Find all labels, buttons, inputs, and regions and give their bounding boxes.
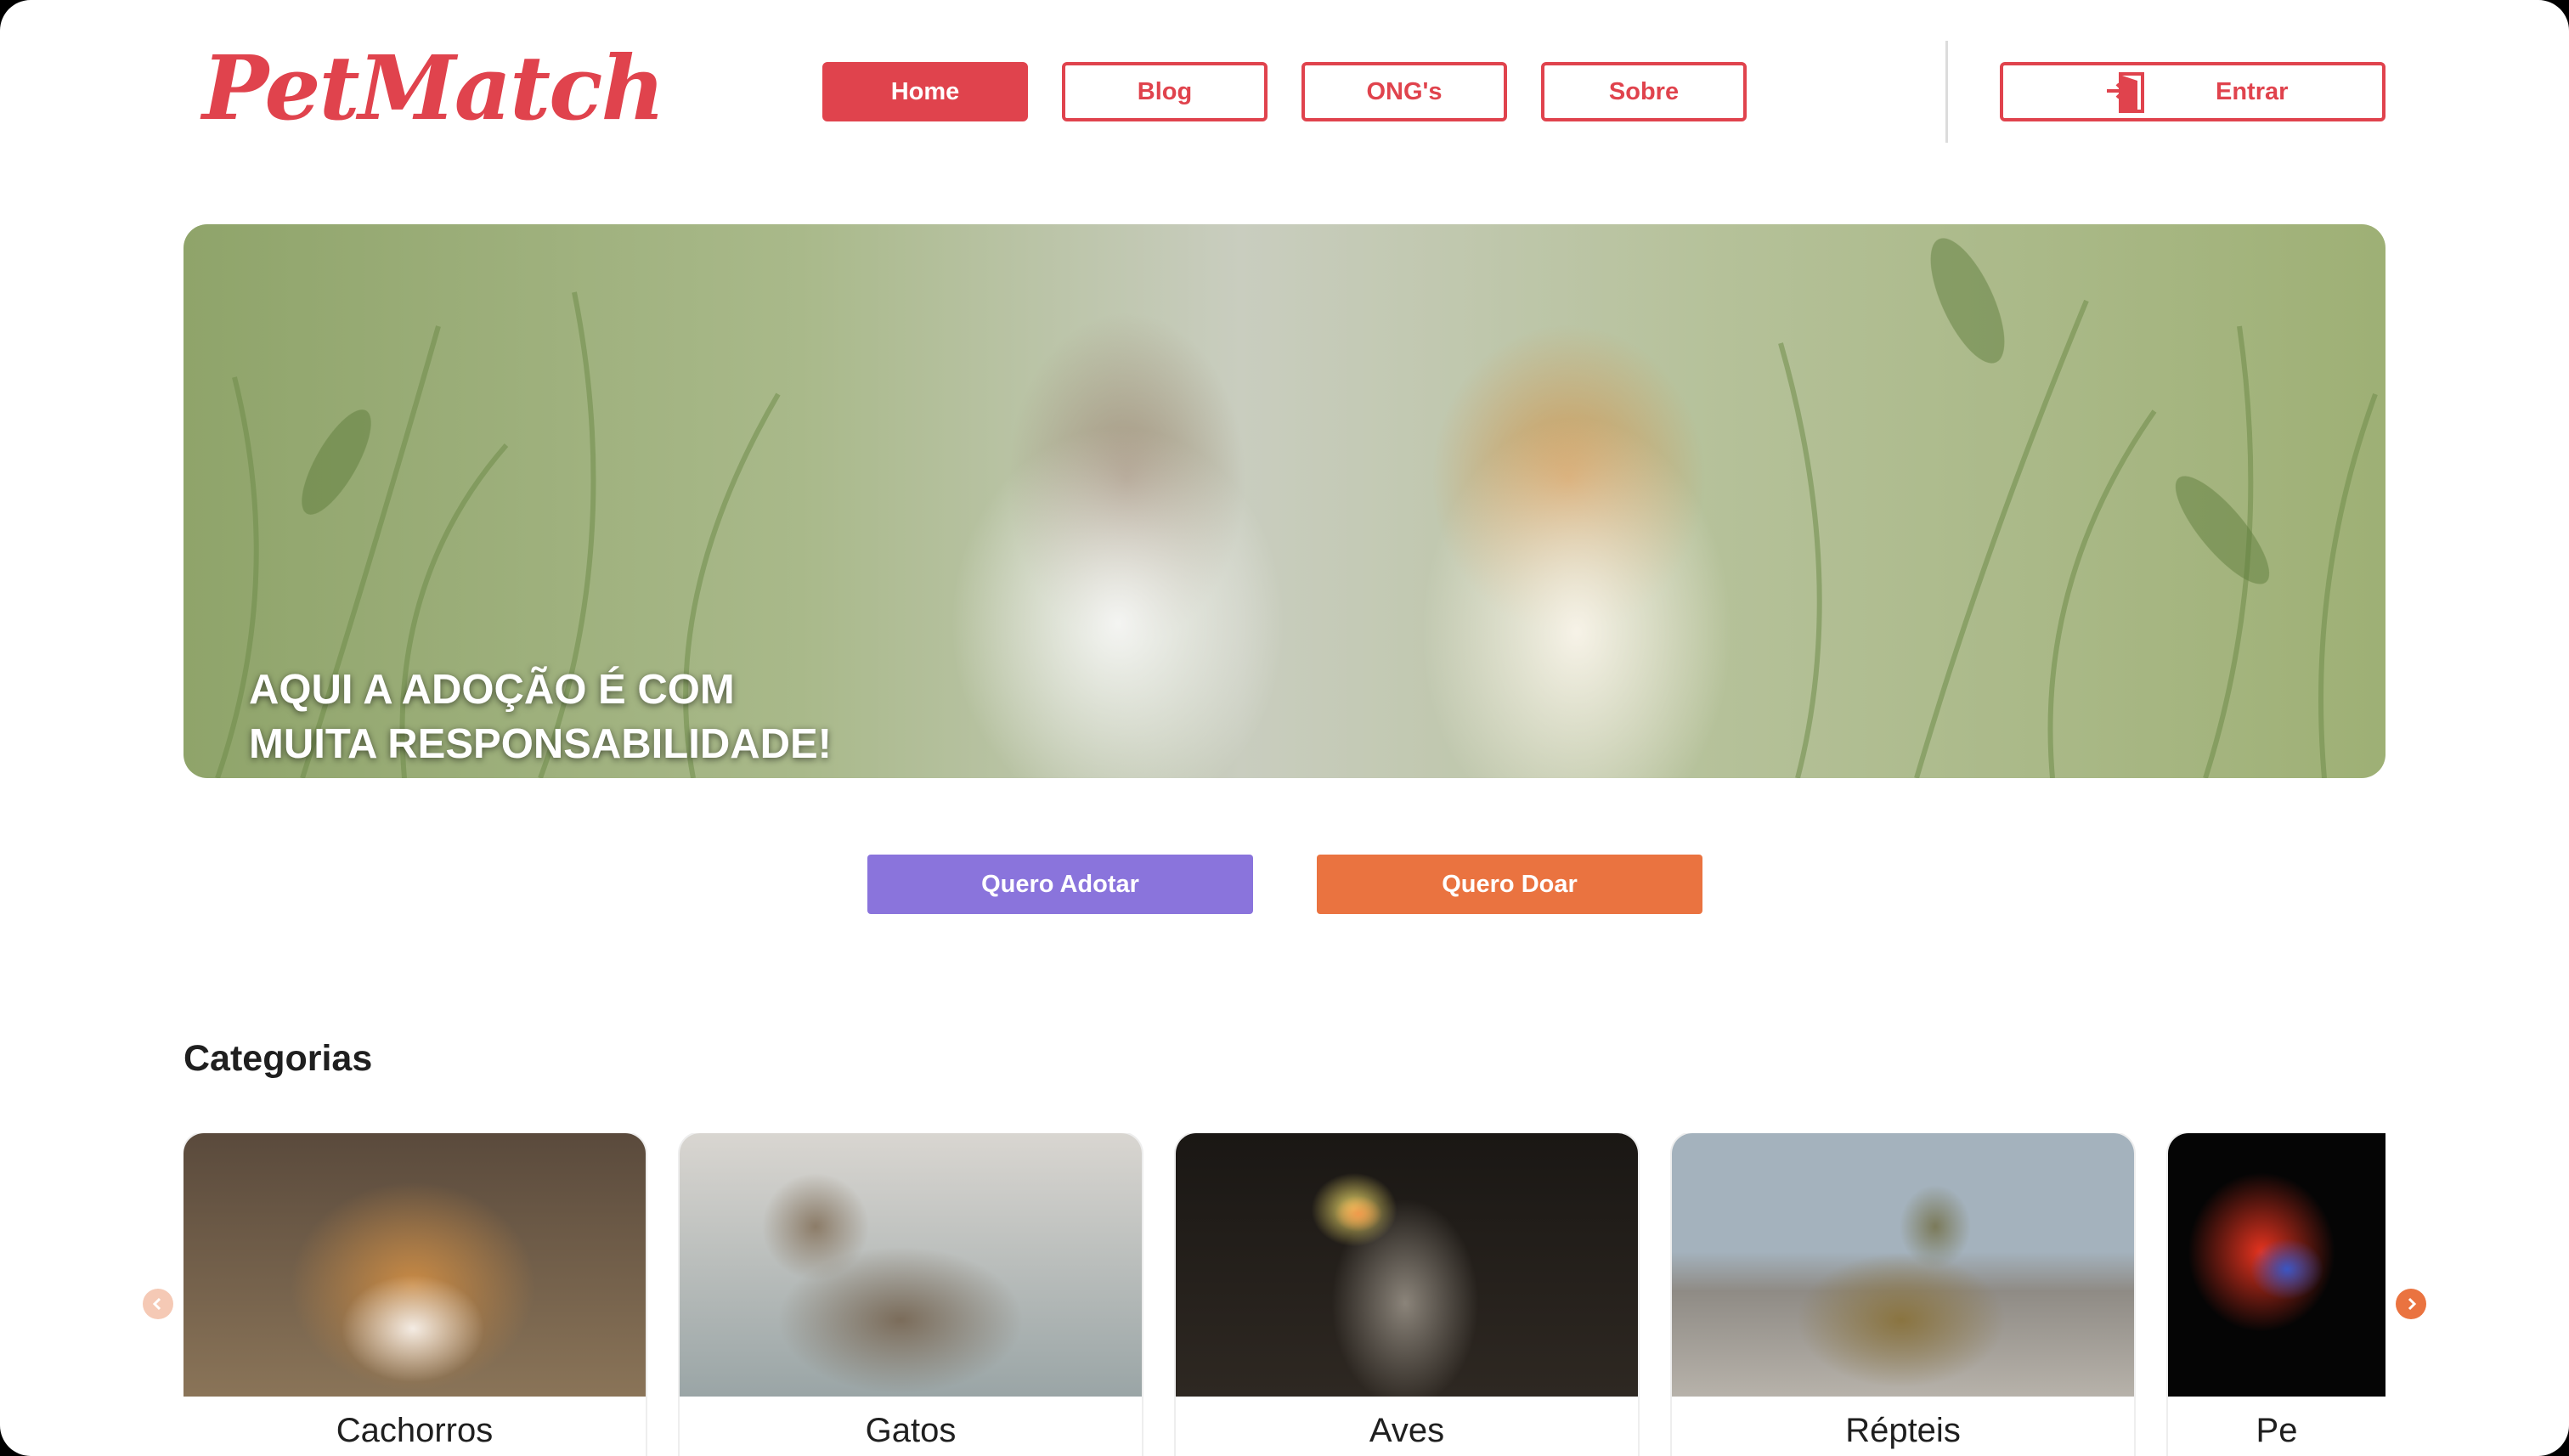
login-button[interactable]: Entrar <box>2000 62 2386 121</box>
category-card-aves[interactable]: Aves <box>1176 1133 1638 1456</box>
categories-title: Categorias <box>184 1038 373 1079</box>
category-label: Gatos <box>865 1412 957 1449</box>
category-card-cachorros[interactable]: Cachorros <box>184 1133 646 1456</box>
category-label: Aves <box>1369 1412 1445 1449</box>
login-door-icon <box>2107 72 2144 113</box>
bird-photo <box>1176 1133 1638 1397</box>
hero-banner: AQUI A ADOÇÃO É COM MUITA RESPONSABILIDA… <box>184 224 2386 778</box>
category-card-peixes[interactable]: Pe <box>2168 1133 2386 1456</box>
chevron-right-icon <box>2408 1297 2417 1311</box>
page: PetMatch Home Blog ONG's Sobre Entrar AQ… <box>0 0 2569 1456</box>
adopt-button[interactable]: Quero Adotar <box>867 855 1253 914</box>
carousel-prev-button[interactable] <box>143 1289 173 1319</box>
petmatch-logo[interactable]: PetMatch <box>202 44 665 133</box>
header-divider <box>1945 41 1948 143</box>
donate-button[interactable]: Quero Doar <box>1317 855 1702 914</box>
login-label: Entrar <box>2216 77 2289 105</box>
cat-photo <box>680 1133 1142 1397</box>
chevron-left-icon <box>152 1297 161 1311</box>
nav-home-button[interactable]: Home <box>822 62 1028 121</box>
hero-line-1: AQUI A ADOÇÃO É COM <box>249 667 735 713</box>
iguana-photo <box>1672 1133 2134 1397</box>
nav-sobre-button[interactable]: Sobre <box>1541 62 1747 121</box>
category-card-gatos[interactable]: Gatos <box>680 1133 1142 1456</box>
category-label: Répteis <box>1845 1412 1961 1449</box>
hero-line-2: MUITA RESPONSABILIDADE! <box>249 721 832 767</box>
category-card-repteis[interactable]: Répteis <box>1672 1133 2134 1456</box>
category-label: Cachorros <box>336 1412 494 1449</box>
categories-carousel: Cachorros Gatos Aves Répteis Pe <box>184 1133 2386 1456</box>
carousel-next-button[interactable] <box>2396 1289 2426 1319</box>
nav-ongs-button[interactable]: ONG's <box>1301 62 1507 121</box>
category-label: Pe <box>2256 1412 2298 1449</box>
dog-photo <box>184 1133 646 1397</box>
nav-blog-button[interactable]: Blog <box>1062 62 1268 121</box>
hero-headline: AQUI A ADOÇÃO É COM MUITA RESPONSABILIDA… <box>249 663 832 771</box>
fish-photo <box>2168 1133 2386 1397</box>
